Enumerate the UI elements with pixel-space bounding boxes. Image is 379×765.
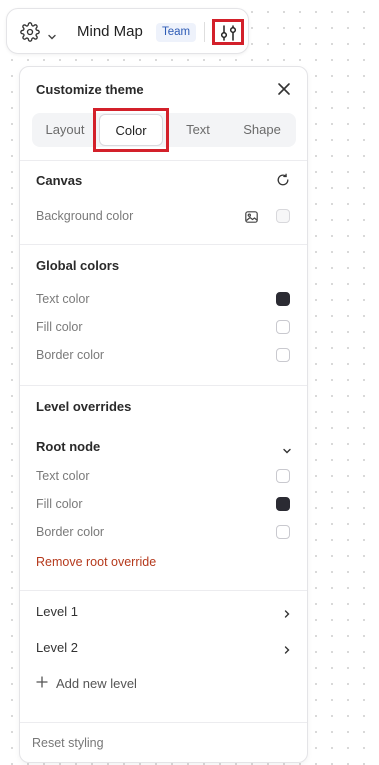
close-icon[interactable] — [277, 82, 291, 96]
root-fill-color-swatch[interactable] — [276, 497, 290, 511]
document-title[interactable]: Mind Map — [77, 23, 143, 41]
root-text-color-label: Text color — [36, 469, 90, 483]
plus-icon — [36, 676, 50, 691]
divider — [20, 385, 307, 386]
panel-title: Customize theme — [36, 82, 144, 97]
global-colors-title: Global colors — [36, 258, 120, 273]
global-fill-color-swatch[interactable] — [276, 320, 290, 334]
global-text-color-swatch[interactable] — [276, 292, 290, 306]
theme-tabs: Layout Color Text Shape — [32, 108, 296, 152]
tab-color-label: Color — [99, 114, 163, 146]
reset-canvas-icon[interactable] — [276, 173, 290, 187]
remove-root-override-link[interactable]: Remove root override — [36, 555, 156, 569]
divider — [20, 722, 307, 723]
level-1-row[interactable]: Level 1 — [36, 604, 78, 619]
tab-color[interactable]: Color — [93, 108, 169, 152]
chevron-right-icon[interactable] — [283, 606, 291, 618]
root-node-title[interactable]: Root node — [36, 439, 100, 454]
top-toolbar: Mind Map Team — [6, 8, 249, 54]
divider — [20, 244, 307, 245]
chevron-right-icon[interactable] — [283, 642, 291, 654]
customize-theme-button[interactable] — [212, 19, 244, 45]
level-2-row[interactable]: Level 2 — [36, 640, 78, 655]
add-new-level-button[interactable]: Add new level — [36, 676, 137, 691]
divider — [20, 590, 307, 591]
global-fill-color-label: Fill color — [36, 320, 83, 334]
root-text-color-swatch[interactable] — [276, 469, 290, 483]
image-icon[interactable] — [245, 210, 258, 223]
root-fill-color-label: Fill color — [36, 497, 83, 511]
gear-icon[interactable] — [20, 22, 40, 42]
level-overrides-title: Level overrides — [36, 399, 132, 414]
reset-styling-button[interactable]: Reset styling — [32, 736, 104, 750]
tab-shape[interactable]: Shape — [236, 113, 288, 147]
divider — [20, 160, 307, 161]
team-badge: Team — [156, 23, 197, 42]
tab-layout[interactable]: Layout — [34, 113, 96, 147]
toolbar-divider — [204, 22, 205, 42]
global-border-color-label: Border color — [36, 348, 105, 362]
customize-theme-panel: Customize theme Layout Color Text Shape … — [19, 66, 308, 763]
canvas-section-title: Canvas — [36, 173, 83, 188]
global-text-color-label: Text color — [36, 292, 90, 306]
theme-sliders-icon — [220, 25, 237, 41]
root-border-color-swatch[interactable] — [276, 525, 290, 539]
root-border-color-label: Border color — [36, 525, 105, 539]
add-new-level-label: Add new level — [56, 676, 137, 691]
tab-text[interactable]: Text — [174, 113, 222, 147]
background-color-swatch[interactable] — [276, 209, 290, 223]
chevron-down-icon[interactable] — [282, 442, 292, 454]
global-border-color-swatch[interactable] — [276, 348, 290, 362]
chevron-down-icon[interactable] — [47, 28, 57, 40]
background-color-label: Background color — [36, 209, 134, 223]
